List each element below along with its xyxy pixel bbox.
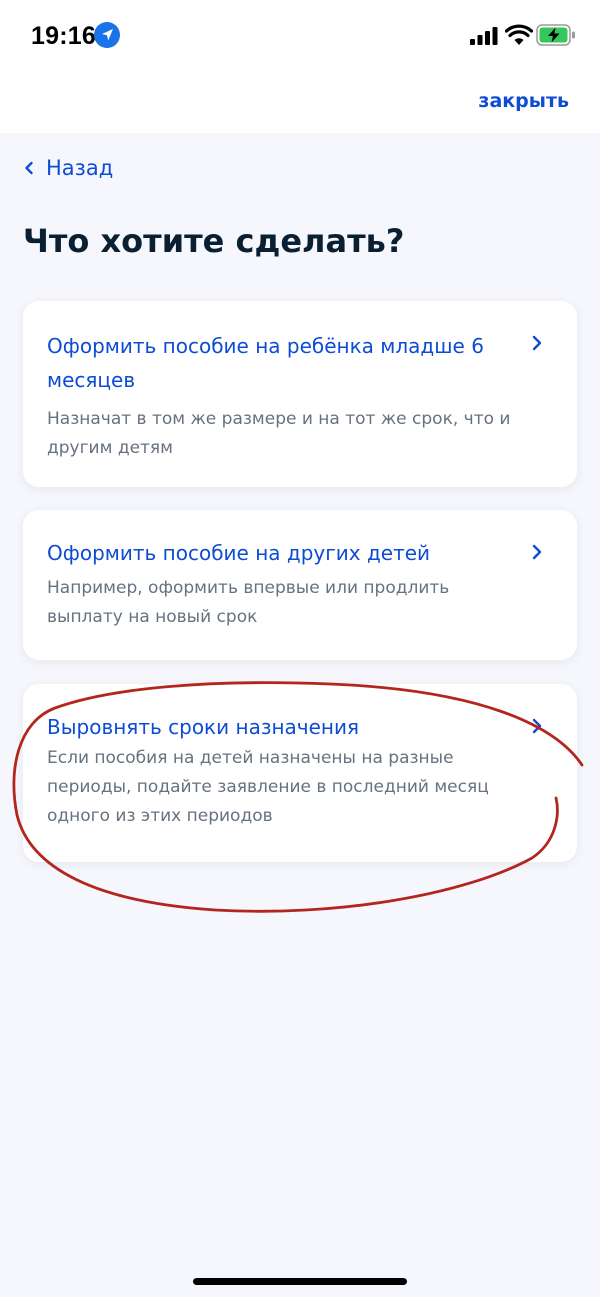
option-title: Оформить пособие на других детей — [47, 541, 431, 565]
home-indicator[interactable] — [193, 1278, 407, 1285]
page-title: Что хотите сделать? — [23, 222, 405, 260]
option-title: Выровнять сроки назначения — [47, 715, 360, 739]
option-description: Например, оформить впервые или продлить … — [47, 578, 450, 627]
back-button[interactable]: Назад — [22, 156, 113, 180]
top-bar: закрыть — [0, 70, 600, 133]
chevron-left-icon — [25, 161, 33, 175]
option-description: Назначат в том же размере и на тот же ср… — [47, 409, 511, 458]
battery-charging-icon — [536, 24, 575, 46]
option-description: Если пособия на детей назначены на разны… — [47, 748, 489, 826]
chevron-right-icon — [532, 718, 542, 734]
wifi-icon — [505, 24, 533, 45]
close-button[interactable]: закрыть — [478, 90, 569, 112]
chevron-right-icon — [532, 544, 542, 560]
option-card-other-children-benefit[interactable]: Оформить пособие на других детей Наприме… — [23, 510, 577, 660]
signal-icon — [470, 27, 498, 45]
status-bar: 19:16 — [0, 0, 600, 70]
chevron-right-icon — [532, 335, 542, 351]
option-card-align-periods[interactable]: Выровнять сроки назначения Если пособия … — [23, 684, 577, 862]
location-icon — [94, 22, 120, 48]
status-time: 19:16 — [31, 22, 96, 50]
option-card-newborn-benefit[interactable]: Оформить пособие на ребёнка младше 6 мес… — [23, 301, 577, 487]
option-title: Оформить пособие на ребёнка младше 6 мес… — [47, 334, 484, 392]
back-label: Назад — [46, 156, 114, 180]
